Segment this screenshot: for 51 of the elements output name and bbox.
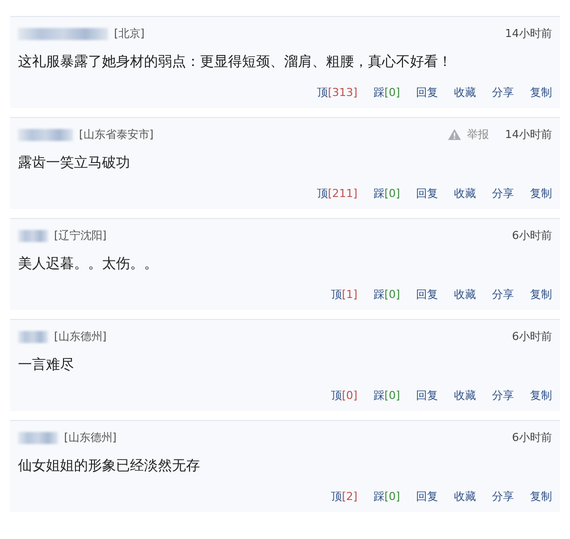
upvote-button[interactable]: 顶[313] xyxy=(316,85,358,100)
action-link[interactable]: 复制 xyxy=(530,186,552,201)
action-link[interactable]: 回复 xyxy=(416,489,438,504)
comment-time: 6小时前 xyxy=(512,430,552,445)
upvote-button[interactable]: 顶[2] xyxy=(330,489,358,504)
action-link[interactable]: 收藏 xyxy=(454,287,476,302)
action-link[interactable]: 回复 xyxy=(416,388,438,403)
action-link[interactable]: 复制 xyxy=(530,489,552,504)
comment-time: 6小时前 xyxy=(512,329,552,344)
blurred-username xyxy=(18,330,48,342)
downvote-button[interactable]: 踩[0] xyxy=(373,85,400,100)
upvote-button[interactable]: 顶[1] xyxy=(330,287,358,302)
comment-time: 14小时前 xyxy=(505,26,552,41)
action-link[interactable]: 分享 xyxy=(492,287,514,302)
warning-icon xyxy=(448,129,461,140)
action-link[interactable]: 回复 xyxy=(416,186,438,201)
downvote-button[interactable]: 踩[0] xyxy=(373,489,400,504)
downvote-button[interactable]: 踩[0] xyxy=(373,388,400,403)
comment-text: 露齿一笑立马破功 xyxy=(18,154,131,172)
action-link[interactable]: 分享 xyxy=(492,388,514,403)
downvote-button[interactable]: 踩[0] xyxy=(373,287,400,302)
action-link[interactable]: 复制 xyxy=(530,287,552,302)
user-location: [山东德州] xyxy=(54,329,107,344)
blurred-username xyxy=(18,128,73,140)
user-location: [山东省泰安市] xyxy=(79,127,154,142)
comment-text: 仙女姐姐的形象已经淡然无存 xyxy=(18,457,201,475)
comment-text: 美人迟暮。。太伤。。 xyxy=(18,255,159,273)
action-link[interactable]: 收藏 xyxy=(454,489,476,504)
upvote-button[interactable]: 顶[211] xyxy=(316,186,358,201)
action-link[interactable]: 收藏 xyxy=(454,388,476,403)
user-location: [北京] xyxy=(114,26,145,41)
action-link[interactable]: 回复 xyxy=(416,85,438,100)
comment-time: 14小时前 xyxy=(505,127,552,142)
action-link[interactable]: 分享 xyxy=(492,85,514,100)
comment-time: 6小时前 xyxy=(512,228,552,243)
blurred-username xyxy=(18,230,48,242)
report-link[interactable]: 举报 xyxy=(467,127,499,142)
upvote-button[interactable]: 顶[0] xyxy=(330,388,358,403)
user-location: [山东德州] xyxy=(64,430,117,445)
action-link[interactable]: 复制 xyxy=(530,388,552,403)
action-link[interactable]: 分享 xyxy=(492,186,514,201)
action-link[interactable]: 收藏 xyxy=(454,85,476,100)
downvote-button[interactable]: 踩[0] xyxy=(373,186,400,201)
user-location: [辽宁沈阳] xyxy=(54,228,107,243)
action-link[interactable]: 复制 xyxy=(530,85,552,100)
comment-text: 这礼服暴露了她身材的弱点：更显得短颈、溜肩、粗腰，真心不好看！ xyxy=(18,53,453,71)
action-link[interactable]: 收藏 xyxy=(454,186,476,201)
blurred-username xyxy=(18,432,58,444)
action-link[interactable]: 分享 xyxy=(492,489,514,504)
action-link[interactable]: 回复 xyxy=(416,287,438,302)
comment-text: 一言难尽 xyxy=(18,356,75,374)
